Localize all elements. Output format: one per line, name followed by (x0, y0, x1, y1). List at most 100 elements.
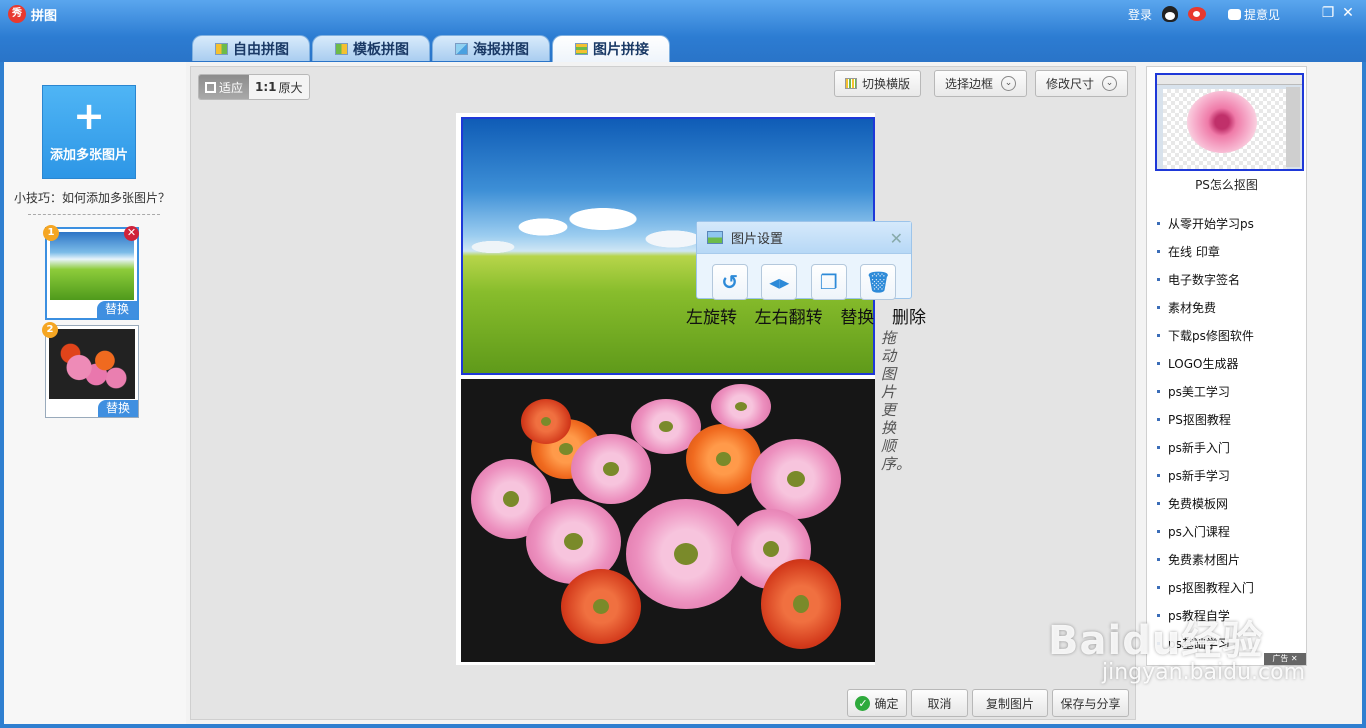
copy-image-button[interactable]: 复制图片 (972, 689, 1048, 717)
tab-label: 自由拼图 (233, 41, 289, 58)
free-collage-icon (215, 42, 228, 55)
ad-link-label: 下载ps修图软件 (1168, 328, 1254, 343)
chevron-down-icon: ⌄ (1102, 76, 1118, 91)
tab-free-collage[interactable]: 自由拼图 (192, 35, 310, 61)
flower (521, 399, 571, 444)
weibo-login-icon[interactable] (1187, 7, 1206, 21)
image-icon (707, 231, 723, 244)
ad-link-label: 电子数字签名 (1168, 272, 1241, 287)
chevron-down-icon: ⌄ (1001, 76, 1017, 91)
confirm-button[interactable]: ✓ 确定 (847, 689, 907, 717)
ad-link[interactable]: 素材免费 (1157, 293, 1254, 321)
ad-link[interactable]: LOGO生成器 (1157, 349, 1254, 377)
ad-link[interactable]: 在线 印章 (1157, 237, 1254, 265)
ad-link-label: ps新手学习 (1168, 468, 1230, 483)
delete-label: 删除 (891, 308, 926, 328)
tab-label: 海报拼图 (473, 41, 529, 58)
ad-link-label: 免费模板网 (1168, 496, 1229, 511)
ad-link-label: PS抠图教程 (1168, 412, 1231, 427)
feedback-link[interactable]: 提意见 (1227, 6, 1280, 23)
flowers-photo[interactable] (461, 379, 875, 662)
ad-image[interactable] (1155, 73, 1304, 171)
close-icon[interactable]: ✕ (890, 229, 903, 248)
switch-horizontal-label: 切换横版 (862, 77, 911, 91)
workspace: 适应 1:1 原大 切换横版 选择边框 ⌄ 修改尺寸 ⌄ 拖动图片更换顺序。 图… (190, 66, 1136, 720)
top-right-controls: 登录 提意见 ❐ ✕ (1128, 4, 1366, 24)
original-size-label: 原大 (278, 80, 303, 95)
ad-link-label: 从零开始学习ps (1168, 216, 1254, 231)
replace-button[interactable]: 替换 (97, 301, 137, 318)
bullet (1157, 221, 1160, 225)
bullet (1157, 305, 1160, 309)
flower (711, 384, 771, 429)
flip-horizontal-icon: ◂▸ (769, 270, 790, 294)
feedback-label: 提意见 (1243, 7, 1280, 22)
ad-link-label: ps新手入门 (1168, 440, 1230, 455)
flower (686, 424, 761, 494)
thumbnail-2[interactable]: 2 替换 (42, 322, 139, 418)
tab-poster-collage[interactable]: 海报拼图 (432, 35, 550, 61)
chat-icon (1227, 8, 1241, 20)
image-stitch-icon (575, 43, 588, 55)
select-border-dropdown[interactable]: 选择边框 ⌄ (934, 70, 1028, 97)
flowers-thumbnail-image (49, 329, 135, 399)
bullet (1157, 389, 1160, 393)
bullet (1157, 277, 1160, 281)
ad-link-label: ps入门课程 (1168, 524, 1230, 539)
qq-login-icon[interactable] (1161, 6, 1178, 22)
drag-hint: 拖动图片更换顺序。 (881, 329, 912, 473)
ad-link[interactable]: 电子数字签名 (1157, 265, 1254, 293)
tab-template-collage[interactable]: 模板拼图 (312, 35, 430, 61)
flower (626, 499, 746, 609)
ad-link[interactable]: 免费模板网 (1157, 489, 1254, 517)
app-title: 拼图 (31, 9, 58, 24)
title-bar: 秀 拼图 登录 提意见 ❐ ✕ 自由拼图 模板拼图 海报拼图 图片拼接 (0, 0, 1366, 62)
mode-tabs: 自由拼图 模板拼图 海报拼图 图片拼接 (192, 35, 672, 62)
ad-link[interactable]: ps新手入门 (1157, 433, 1254, 461)
layout-icon (845, 78, 857, 89)
ad-link[interactable]: ps美工学习 (1157, 377, 1254, 405)
ad-image-toolbar (1286, 87, 1300, 167)
thumbnail-1[interactable]: 1 ✕ 替换 (43, 225, 139, 320)
fit-button[interactable]: 适应 (199, 75, 250, 99)
switch-horizontal-button[interactable]: 切换横版 (834, 70, 922, 97)
tab-image-stitch[interactable]: 图片拼接 (552, 35, 670, 62)
rotate-left-icon: ↺ (721, 270, 739, 294)
restore-window-icon[interactable]: ❐ (1318, 4, 1338, 24)
template-collage-icon (335, 42, 348, 55)
ad-link-label: 素材免费 (1168, 300, 1217, 315)
add-images-button[interactable]: + 添加多张图片 (42, 85, 136, 179)
replace-button[interactable]: 替换 (98, 400, 138, 417)
cancel-button[interactable]: 取消 (911, 689, 968, 717)
popup-title: 图片设置 (731, 232, 784, 247)
save-share-button[interactable]: 保存与分享 (1052, 689, 1129, 717)
ad-link[interactable]: 免费素材图片 (1157, 545, 1254, 573)
flower (751, 439, 841, 519)
original-size-button[interactable]: 1:1 原大 (249, 75, 309, 99)
replace-icon: ❐ (819, 270, 838, 294)
rotate-left-button[interactable]: ↺ (711, 264, 748, 300)
delete-icon[interactable]: ✕ (124, 226, 139, 241)
bullet (1157, 473, 1160, 477)
ad-link[interactable]: 从零开始学习ps (1157, 209, 1254, 237)
replace-image-button[interactable]: ❐ (810, 264, 847, 300)
popup-header: 图片设置 (697, 222, 911, 254)
login-link[interactable]: 登录 (1128, 6, 1152, 23)
ad-link[interactable]: ps新手学习 (1157, 461, 1254, 489)
left-panel: + 添加多张图片 小技巧：如何添加多张图片？ 1 ✕ 替换 2 替换 (4, 62, 186, 724)
ad-caption[interactable]: PS怎么抠图 (1147, 176, 1306, 193)
resize-dropdown[interactable]: 修改尺寸 ⌄ (1035, 70, 1129, 97)
tip-link[interactable]: 小技巧：如何添加多张图片？ (14, 189, 170, 206)
ad-link[interactable]: ps抠图教程入门 (1157, 573, 1254, 601)
ad-link[interactable]: PS抠图教程 (1157, 405, 1254, 433)
flower (561, 569, 641, 644)
plus-icon: + (73, 94, 105, 138)
flip-horizontal-button[interactable]: ◂▸ (761, 264, 798, 300)
bullet (1157, 417, 1160, 421)
ad-link[interactable]: 下载ps修图软件 (1157, 321, 1254, 349)
delete-image-button[interactable]: 🗑 (860, 264, 897, 300)
ad-link[interactable]: ps入门课程 (1157, 517, 1254, 545)
close-window-icon[interactable]: ✕ (1338, 4, 1358, 24)
bullet (1157, 529, 1160, 533)
popup-action-labels: 左旋转 左右翻转 替换 删除 (686, 303, 926, 328)
